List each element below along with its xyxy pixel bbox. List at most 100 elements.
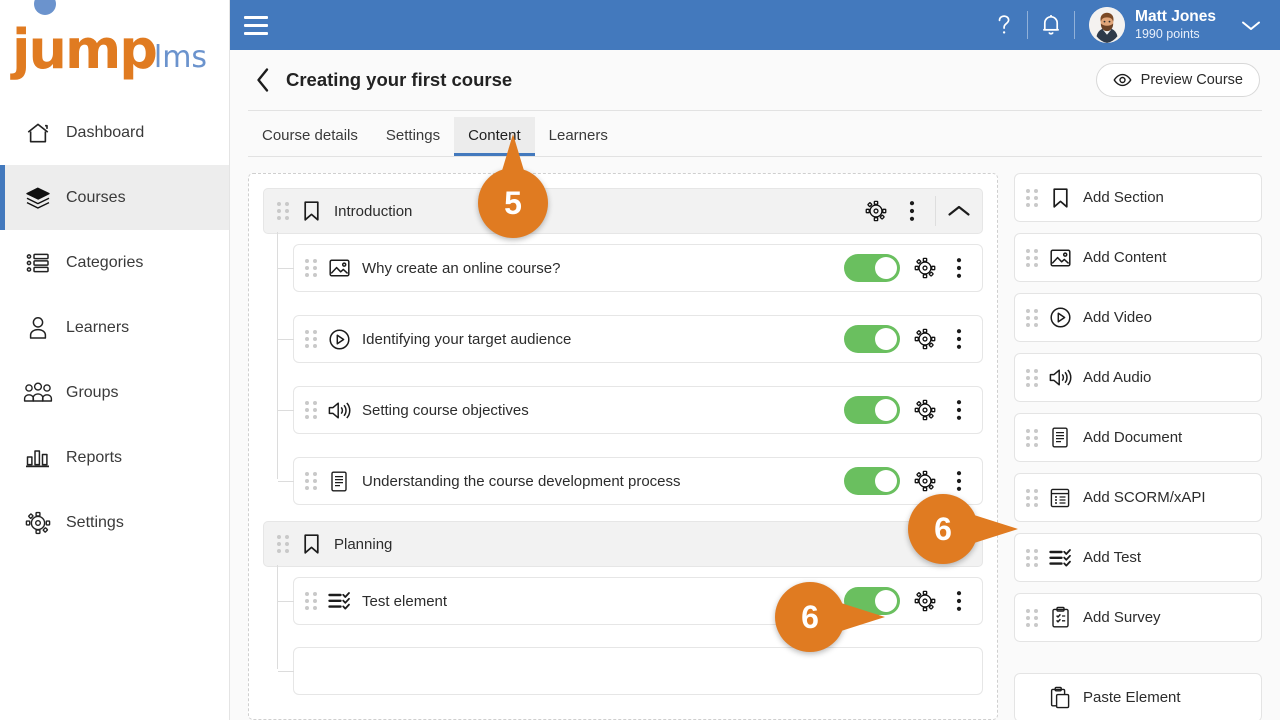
drag-handle-icon[interactable] — [300, 396, 322, 424]
row-divider — [935, 196, 936, 226]
settings-gear-icon[interactable] — [908, 464, 942, 498]
sidebar-item-learners[interactable]: Learners — [0, 295, 229, 360]
content-item-toggle[interactable] — [844, 396, 900, 424]
kebab-menu-icon[interactable] — [942, 393, 976, 427]
page-title: Creating your first course — [286, 69, 513, 90]
list-icon — [18, 251, 58, 275]
add-button-label: Add SCORM/xAPI — [1083, 489, 1206, 506]
add-button-label: Add Audio — [1083, 369, 1152, 386]
drag-handle-icon[interactable] — [1021, 364, 1043, 392]
callout-number: 6 — [934, 510, 952, 547]
sidebar-item-label: Categories — [66, 253, 144, 271]
speaker-icon — [322, 400, 356, 421]
group-icon — [18, 381, 58, 405]
callout-tail-icon — [974, 515, 1018, 543]
image-icon — [1043, 248, 1077, 268]
content-item-toggle[interactable] — [844, 254, 900, 282]
sidebar-item-courses[interactable]: Courses — [0, 165, 229, 230]
hamburger-icon[interactable] — [244, 8, 278, 42]
content-item-row-partial[interactable] — [278, 647, 983, 695]
add-survey-button[interactable]: Add Survey — [1014, 593, 1262, 642]
drag-handle-icon[interactable] — [1021, 244, 1043, 272]
content-item-row[interactable]: Identifying your target audience — [278, 315, 983, 363]
content-item-toggle[interactable] — [844, 467, 900, 495]
kebab-menu-icon[interactable] — [895, 194, 929, 228]
play-circle-icon — [322, 328, 356, 351]
drag-handle-icon[interactable] — [1021, 304, 1043, 332]
play-circle-icon — [1043, 306, 1077, 329]
sidebar-item-settings[interactable]: Settings — [0, 490, 229, 555]
drag-handle-icon[interactable] — [1021, 184, 1043, 212]
tab-settings[interactable]: Settings — [372, 117, 454, 157]
drag-handle-icon[interactable] — [300, 467, 322, 495]
drag-handle-icon[interactable] — [300, 325, 322, 353]
preview-course-button[interactable]: Preview Course — [1095, 63, 1260, 97]
drag-handle-icon[interactable] — [1021, 604, 1043, 632]
drag-handle-icon[interactable] — [1021, 484, 1043, 512]
bell-icon[interactable] — [1028, 0, 1074, 50]
page-header: Creating your first course Preview Cours… — [230, 50, 1280, 110]
add-audio-button[interactable]: Add Audio — [1014, 353, 1262, 402]
add-section-button[interactable]: Add Section — [1014, 173, 1262, 222]
user-name: Matt Jones — [1135, 8, 1216, 26]
kebab-menu-icon[interactable] — [942, 322, 976, 356]
kebab-menu-icon[interactable] — [942, 584, 976, 618]
drag-handle-icon[interactable] — [300, 587, 322, 615]
tree-connector — [277, 232, 278, 479]
content-item-title: Test element — [362, 592, 448, 610]
kebab-menu-icon[interactable] — [942, 251, 976, 285]
settings-gear-icon[interactable] — [908, 322, 942, 356]
section-header-introduction[interactable]: Introduction — [263, 188, 983, 234]
bookmark-icon — [294, 200, 328, 222]
tab-learners[interactable]: Learners — [535, 117, 622, 157]
add-button-label: Add Video — [1083, 309, 1152, 326]
add-content-button[interactable]: Add Content — [1014, 233, 1262, 282]
tab-label: Settings — [385, 126, 441, 144]
section-title: Introduction — [334, 202, 413, 220]
image-icon — [322, 258, 356, 278]
help-icon[interactable] — [981, 0, 1027, 50]
tab-course-details[interactable]: Course details — [248, 117, 372, 157]
sidebar-item-reports[interactable]: Reports — [0, 425, 229, 490]
drag-handle-icon[interactable] — [272, 530, 294, 558]
add-test-button[interactable]: Add Test — [1014, 533, 1262, 582]
drag-handle-icon[interactable] — [1021, 424, 1043, 452]
content-item-row[interactable]: Why create an online course? — [278, 244, 983, 292]
sidebar-item-label: Dashboard — [66, 123, 145, 141]
content-item-row[interactable]: Setting course objectives — [278, 386, 983, 434]
content-item-row[interactable]: Understanding the course development pro… — [278, 457, 983, 505]
chevron-down-icon[interactable] — [1240, 18, 1262, 32]
user-menu[interactable]: Matt Jones 1990 points — [1075, 7, 1220, 43]
sidebar-item-categories[interactable]: Categories — [0, 230, 229, 295]
logo[interactable]: jump lms — [0, 0, 229, 100]
section-header-planning[interactable]: Planning — [263, 521, 983, 567]
settings-gear-icon[interactable] — [908, 393, 942, 427]
document-icon — [1043, 426, 1077, 449]
section-items-introduction: Why create an online course? Identifying… — [263, 232, 983, 505]
add-video-button[interactable]: Add Video — [1014, 293, 1262, 342]
drag-handle-icon[interactable] — [272, 197, 294, 225]
kebab-menu-icon[interactable] — [942, 464, 976, 498]
drag-handle-icon[interactable] — [300, 254, 322, 282]
sidebar-item-label: Groups — [66, 383, 119, 401]
callout-badge-5: 5 — [478, 134, 548, 238]
chevron-up-icon[interactable] — [942, 194, 976, 228]
settings-gear-icon[interactable] — [908, 584, 942, 618]
section-items-planning: Test element — [263, 565, 983, 695]
settings-gear-icon[interactable] — [908, 251, 942, 285]
content-item-toggle[interactable] — [844, 325, 900, 353]
add-document-button[interactable]: Add Document — [1014, 413, 1262, 462]
add-panel-spacer — [1014, 653, 1262, 662]
content-item-title: Setting course objectives — [362, 401, 529, 419]
chevron-left-icon[interactable] — [248, 65, 278, 95]
callout-badge-6-test-settings: 6 — [775, 582, 885, 652]
sidebar-item-dashboard[interactable]: Dashboard — [0, 100, 229, 165]
content-item-title: Identifying your target audience — [362, 330, 572, 348]
top-bar: Matt Jones 1990 points — [230, 0, 1280, 50]
paste-element-button[interactable]: Paste Element — [1014, 673, 1262, 720]
sidebar-item-groups[interactable]: Groups — [0, 360, 229, 425]
add-scorm-button[interactable]: Add SCORM/xAPI — [1014, 473, 1262, 522]
drag-handle-icon[interactable] — [1021, 544, 1043, 572]
left-sidebar: jump lms Dashboard Courses Categories Le… — [0, 0, 230, 720]
settings-gear-icon[interactable] — [859, 194, 893, 228]
